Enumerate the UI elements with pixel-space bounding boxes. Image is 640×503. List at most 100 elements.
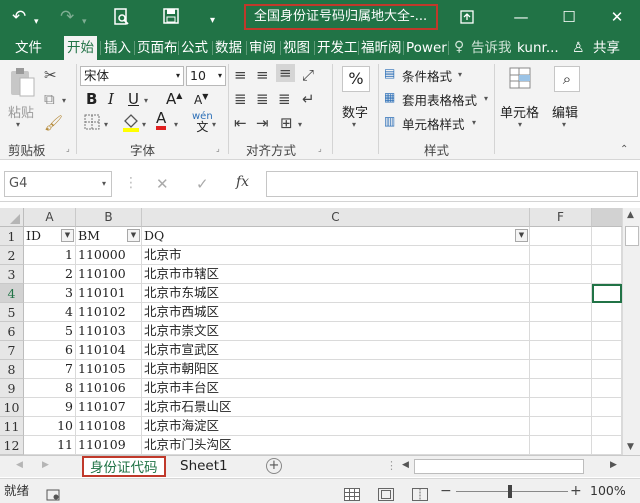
table-cell[interactable] <box>592 227 622 246</box>
editing-label[interactable]: 编辑 <box>552 102 578 121</box>
table-cell[interactable] <box>530 436 592 455</box>
table-cell[interactable] <box>592 436 622 455</box>
increase-indent-icon[interactable]: ⇥ <box>256 114 269 132</box>
borders-dropdown-icon[interactable]: ▾ <box>104 120 108 129</box>
scroll-left-icon[interactable]: ◀ <box>402 460 409 470</box>
cell-dq[interactable]: 北京市门头沟区 <box>142 436 530 455</box>
cell-bm[interactable]: 110101 <box>76 284 142 303</box>
cell-bm[interactable]: 110109 <box>76 436 142 455</box>
header-cell-dq[interactable]: DQ ▼ <box>142 227 530 246</box>
tab-review[interactable]: 审阅 <box>246 36 279 60</box>
select-all-corner[interactable] <box>0 208 24 227</box>
tab-insert[interactable]: 插入 <box>101 36 134 60</box>
table-cell[interactable] <box>530 303 592 322</box>
table-cell[interactable] <box>592 265 622 284</box>
tab-view[interactable]: 视图 <box>280 36 313 60</box>
zoom-level[interactable]: 100% <box>590 479 626 503</box>
scroll-thumb[interactable] <box>625 226 639 246</box>
number-label[interactable]: 数字 <box>342 102 368 121</box>
paste-label[interactable]: 粘贴 <box>8 102 34 121</box>
phonetic-icon[interactable]: wén 文 <box>192 112 213 134</box>
orientation-icon[interactable]: ⤢ <box>302 66 314 84</box>
font-size-dropdown-icon[interactable]: ▾ <box>218 67 222 85</box>
alignment-launcher-icon[interactable]: ⌟ <box>318 144 322 153</box>
zoom-slider-thumb[interactable] <box>508 485 512 498</box>
row-header[interactable]: 2 <box>0 246 24 265</box>
save-icon[interactable] <box>163 8 179 28</box>
underline-dropdown-icon[interactable]: ▾ <box>144 96 148 105</box>
filter-dropdown-icon[interactable]: ▼ <box>515 229 528 242</box>
conditional-format-button[interactable]: 条件格式 <box>402 66 452 85</box>
cut-icon[interactable]: ✂ <box>44 66 57 84</box>
cell-dq[interactable]: 北京市市辖区 <box>142 265 530 284</box>
table-cell[interactable] <box>530 322 592 341</box>
italic-icon[interactable]: I <box>108 90 114 108</box>
row-header[interactable]: 9 <box>0 379 24 398</box>
add-sheet-icon[interactable]: + <box>266 458 282 474</box>
bold-icon[interactable]: B <box>86 90 97 108</box>
scroll-up-icon[interactable]: ▲ <box>627 210 634 220</box>
sheet-tab-active[interactable]: 身份证代码 <box>82 456 166 477</box>
row-header[interactable]: 6 <box>0 322 24 341</box>
phonetic-dropdown-icon[interactable]: ▾ <box>212 120 216 129</box>
cell-dq[interactable]: 北京市东城区 <box>142 284 530 303</box>
font-name-box[interactable]: 宋体 ▾ <box>80 66 184 86</box>
table-cell[interactable] <box>530 341 592 360</box>
number-format-icon[interactable]: % <box>342 66 370 92</box>
table-cell[interactable] <box>592 360 622 379</box>
cell-bm[interactable]: 110000 <box>76 246 142 265</box>
column-header-c[interactable]: C <box>142 208 530 227</box>
user-name[interactable]: kunr... <box>514 36 562 60</box>
cell-dq[interactable]: 北京市 <box>142 246 530 265</box>
table-cell[interactable] <box>530 417 592 436</box>
fill-color-icon[interactable] <box>122 112 140 136</box>
row-header[interactable]: 10 <box>0 398 24 417</box>
format-painter-icon[interactable]: 🖌 <box>44 114 63 132</box>
header-cell-id[interactable]: ID ▼ <box>24 227 76 246</box>
cell-dq[interactable]: 北京市海淀区 <box>142 417 530 436</box>
prev-sheet-icon[interactable]: ◀ <box>16 460 23 470</box>
cells-dropdown-icon[interactable]: ▾ <box>518 120 522 129</box>
cell-id[interactable]: 11 <box>24 436 76 455</box>
row-header[interactable]: 4 <box>0 284 24 303</box>
worksheet-grid[interactable]: A B C F 1 ID ▼ BM ▼ DQ ▼ 2 1 110000 北京市 3 2 11010… <box>0 208 622 455</box>
table-cell[interactable] <box>592 417 622 436</box>
insert-function-icon[interactable]: fx <box>236 174 249 190</box>
tab-data[interactable]: 数据 <box>212 36 245 60</box>
hscroll-grip-icon[interactable]: ⋮ <box>386 459 397 472</box>
align-top-icon[interactable]: ≡ <box>234 66 247 84</box>
minimize-icon[interactable]: — <box>506 6 536 28</box>
cell-id[interactable]: 4 <box>24 303 76 322</box>
cell-id[interactable]: 10 <box>24 417 76 436</box>
cell-id[interactable]: 8 <box>24 379 76 398</box>
table-cell[interactable] <box>592 379 622 398</box>
table-format-dropdown-icon[interactable]: ▾ <box>484 94 488 103</box>
cell-id[interactable]: 2 <box>24 265 76 284</box>
tab-page-layout[interactable]: 页面布 <box>134 36 181 60</box>
vertical-scrollbar[interactable]: ▲ ▼ <box>622 208 640 455</box>
table-cell[interactable] <box>530 246 592 265</box>
table-cell[interactable] <box>592 246 622 265</box>
row-header[interactable]: 11 <box>0 417 24 436</box>
table-cell[interactable] <box>530 284 592 303</box>
row-header[interactable]: 3 <box>0 265 24 284</box>
undo-dropdown-icon[interactable]: ▾ <box>34 13 39 31</box>
table-cell[interactable] <box>592 303 622 322</box>
cell-bm[interactable]: 110103 <box>76 322 142 341</box>
cell-id[interactable]: 1 <box>24 246 76 265</box>
maximize-icon[interactable]: ☐ <box>554 6 584 28</box>
align-center-icon[interactable]: ≣ <box>256 90 269 108</box>
underline-icon[interactable]: U <box>128 90 139 108</box>
cell-id[interactable]: 3 <box>24 284 76 303</box>
cell-id[interactable]: 6 <box>24 341 76 360</box>
cell-style-dropdown-icon[interactable]: ▾ <box>472 118 476 127</box>
sheet-tab[interactable]: Sheet1 <box>174 456 234 477</box>
cell-bm[interactable]: 110107 <box>76 398 142 417</box>
filter-dropdown-icon[interactable]: ▼ <box>61 229 74 242</box>
filter-dropdown-icon[interactable]: ▼ <box>127 229 140 242</box>
row-header[interactable]: 12 <box>0 436 24 455</box>
cell-dq[interactable]: 北京市朝阳区 <box>142 360 530 379</box>
table-cell[interactable] <box>592 322 622 341</box>
copy-dropdown-icon[interactable]: ▾ <box>62 96 66 105</box>
table-cell[interactable] <box>530 398 592 417</box>
